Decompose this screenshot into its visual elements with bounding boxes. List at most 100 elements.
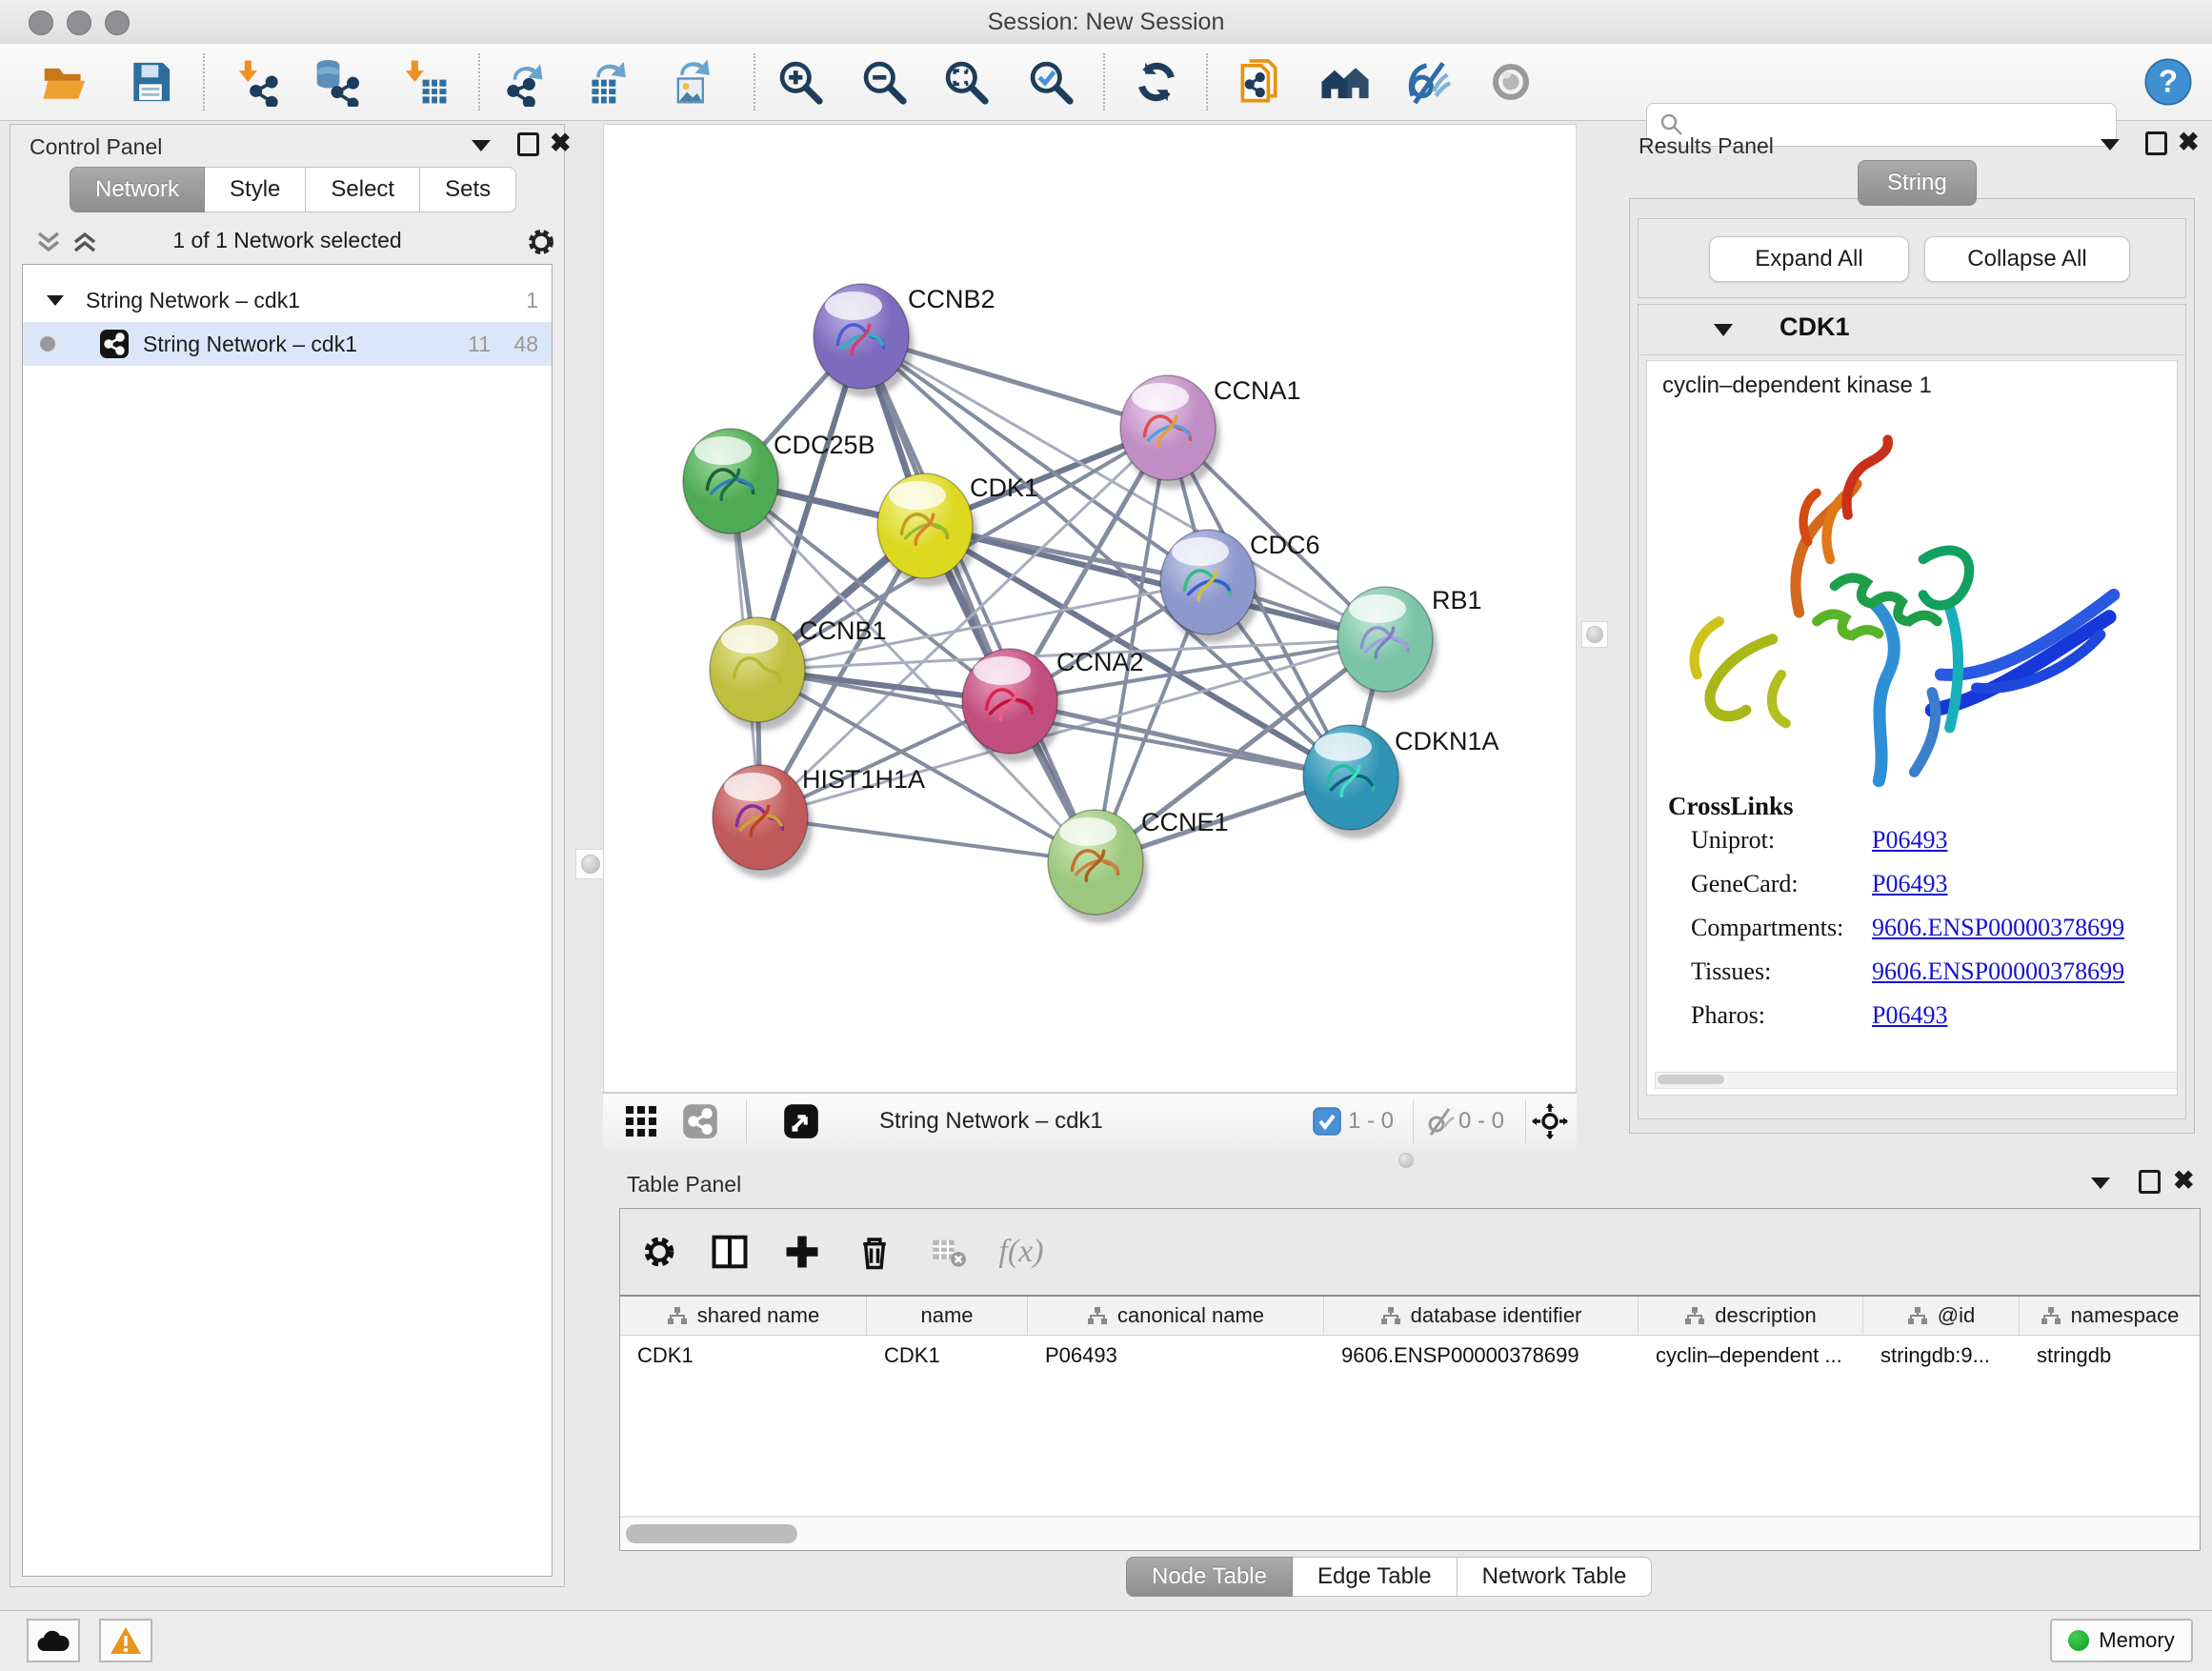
crosslink-link[interactable]: 9606.ENSP00000378699 xyxy=(1872,957,2124,986)
zoom-in-icon[interactable] xyxy=(774,55,827,109)
string-view-icon[interactable] xyxy=(681,1102,719,1140)
tab-node-table[interactable]: Node Table xyxy=(1126,1557,1293,1597)
network-node-CDC25B[interactable]: CDC25B xyxy=(683,429,875,542)
results-panel-float-icon[interactable] xyxy=(2145,131,2167,155)
collection-expand-icon[interactable] xyxy=(46,292,65,308)
refresh-icon[interactable] xyxy=(1130,55,1183,109)
table-panel-menu-icon[interactable] xyxy=(2091,1178,2110,1189)
cdk1-result-header[interactable]: CDK1 xyxy=(1639,305,2185,355)
network-row[interactable]: String Network – cdk1 11 48 xyxy=(23,322,552,366)
import-string-document-icon[interactable] xyxy=(1235,55,1288,109)
table-gear-icon[interactable] xyxy=(637,1230,681,1274)
column-header-canonical-name[interactable]: canonical name xyxy=(1028,1297,1324,1335)
tab-string[interactable]: String xyxy=(1858,160,1977,206)
left-splitter-handle[interactable] xyxy=(575,849,606,879)
tab-edge-table[interactable]: Edge Table xyxy=(1293,1557,1458,1597)
column-header-name[interactable]: name xyxy=(867,1297,1028,1335)
table-cell[interactable]: 9606.ENSP00000378699 xyxy=(1324,1336,1639,1376)
column-header--id[interactable]: @id xyxy=(1863,1297,2020,1335)
network-node-RB1[interactable]: RB1 xyxy=(1337,586,1482,700)
export-table-icon[interactable] xyxy=(581,55,634,109)
column-header-namespace[interactable]: namespace xyxy=(2020,1297,2200,1335)
results-panel-menu-icon[interactable] xyxy=(2101,139,2120,151)
export-image-icon[interactable] xyxy=(665,55,718,109)
zoom-fit-icon[interactable] xyxy=(939,55,993,109)
toolbar-separator xyxy=(478,53,480,111)
warning-icon xyxy=(110,1626,142,1655)
column-header-database-identifier[interactable]: database identifier xyxy=(1324,1297,1639,1335)
warning-button[interactable] xyxy=(99,1619,152,1662)
table-cell[interactable]: P06493 xyxy=(1028,1336,1324,1376)
navigator-icon[interactable] xyxy=(782,1102,820,1140)
gear-icon[interactable] xyxy=(525,226,557,258)
import-network-database-icon[interactable] xyxy=(311,55,364,109)
column-header-description[interactable]: description xyxy=(1639,1297,1863,1335)
table-hscroll-thumb[interactable] xyxy=(626,1524,797,1543)
network-node-CDKN1A[interactable]: CDKN1A xyxy=(1303,725,1499,838)
show-columns-icon[interactable] xyxy=(708,1230,752,1274)
results-hscroll-thumb[interactable] xyxy=(1658,1075,1724,1084)
network-node-CCNB2[interactable]: CCNB2 xyxy=(814,284,995,397)
column-header-shared-name[interactable]: shared name xyxy=(620,1297,867,1335)
right-splitter-handle[interactable] xyxy=(1581,621,1608,648)
function-builder-icon[interactable]: f(x) xyxy=(999,1230,1043,1274)
tab-network[interactable]: Network xyxy=(70,167,205,212)
result-collapse-icon[interactable] xyxy=(1713,322,1734,338)
table-hscrollbar[interactable] xyxy=(620,1517,2200,1550)
expand-all-button[interactable]: Expand All xyxy=(1709,236,1909,282)
tab-network-table[interactable]: Network Table xyxy=(1458,1557,1653,1597)
toolbar-separator xyxy=(203,53,205,111)
tab-style[interactable]: Style xyxy=(205,167,306,212)
node-table-container: f(x) shared namenamecanonical namedataba… xyxy=(619,1208,2201,1551)
grid-view-icon[interactable] xyxy=(622,1102,660,1140)
selected-checkbox-icon[interactable] xyxy=(1308,1102,1346,1140)
control-panel-float-icon[interactable] xyxy=(517,132,539,156)
crosslink-link[interactable]: P06493 xyxy=(1872,826,1947,855)
cloud-button[interactable] xyxy=(27,1619,80,1662)
delete-column-icon[interactable] xyxy=(853,1230,896,1274)
control-panel-menu-icon[interactable] xyxy=(472,140,491,151)
crosslink-link[interactable]: P06493 xyxy=(1872,1001,1947,1030)
zoom-selected-icon[interactable] xyxy=(1024,55,1077,109)
table-panel-close-icon[interactable]: ✖ xyxy=(2173,1168,2195,1194)
home-icon[interactable] xyxy=(1318,55,1372,109)
results-hscrollbar[interactable] xyxy=(1655,1072,2178,1089)
open-session-icon[interactable] xyxy=(38,55,91,109)
tab-sets[interactable]: Sets xyxy=(420,167,516,212)
crosslink-link[interactable]: 9606.ENSP00000378699 xyxy=(1872,914,2124,942)
add-column-icon[interactable] xyxy=(780,1230,824,1274)
import-network-file-icon[interactable] xyxy=(231,55,285,109)
save-session-icon[interactable] xyxy=(124,55,177,109)
network-collection-row[interactable]: String Network – cdk1 1 xyxy=(23,278,552,322)
zoom-out-icon[interactable] xyxy=(857,55,911,109)
hidden-eye-icon[interactable] xyxy=(1420,1102,1458,1140)
table-cell[interactable]: stringdb:9... xyxy=(1863,1336,2020,1376)
overview-eye-icon[interactable] xyxy=(1484,55,1538,109)
delete-table-icon[interactable] xyxy=(927,1230,971,1274)
table-panel-float-icon[interactable] xyxy=(2139,1170,2161,1194)
table-cell[interactable]: CDK1 xyxy=(620,1336,867,1376)
table-cell[interactable]: cyclin–dependent ... xyxy=(1639,1336,1863,1376)
network-canvas[interactable]: CCNB2CCNA1CDC25BCDK1CDC6RB1CCNB1CCNA2CDK… xyxy=(603,124,1577,1093)
help-icon[interactable]: ? xyxy=(2142,55,2195,109)
horizontal-splitter-handle[interactable] xyxy=(1398,1153,1414,1168)
tab-select[interactable]: Select xyxy=(306,167,420,212)
control-panel-close-icon[interactable]: ✖ xyxy=(550,131,572,156)
table-cell[interactable]: CDK1 xyxy=(867,1336,1028,1376)
memory-button[interactable]: Memory xyxy=(2050,1619,2193,1662)
import-table-file-icon[interactable] xyxy=(398,55,452,109)
results-panel-close-icon[interactable]: ✖ xyxy=(2178,130,2200,155)
collapse-all-button[interactable]: Collapse All xyxy=(1924,236,2130,282)
table-row[interactable]: CDK1CDK1P064939606.ENSP00000378699cyclin… xyxy=(620,1336,2200,1376)
network-node-HIST1H1A[interactable]: HIST1H1A xyxy=(713,765,925,878)
crosslink-link[interactable]: P06493 xyxy=(1872,870,1947,898)
table-cell[interactable]: stringdb xyxy=(2020,1336,2200,1376)
export-network-icon[interactable] xyxy=(500,55,553,109)
network-tree: String Network – cdk1 1 String Network –… xyxy=(22,264,553,1577)
hide-glasses-icon[interactable] xyxy=(1402,55,1456,109)
fit-crosshair-icon[interactable] xyxy=(1531,1102,1569,1140)
control-panel-tabs: Network Style Select Sets xyxy=(70,167,516,212)
network-node-CDK1[interactable]: CDK1 xyxy=(877,473,1038,587)
horizontal-splitter[interactable] xyxy=(603,1149,2202,1170)
network-node-CCNE1[interactable]: CCNE1 xyxy=(1048,808,1229,923)
